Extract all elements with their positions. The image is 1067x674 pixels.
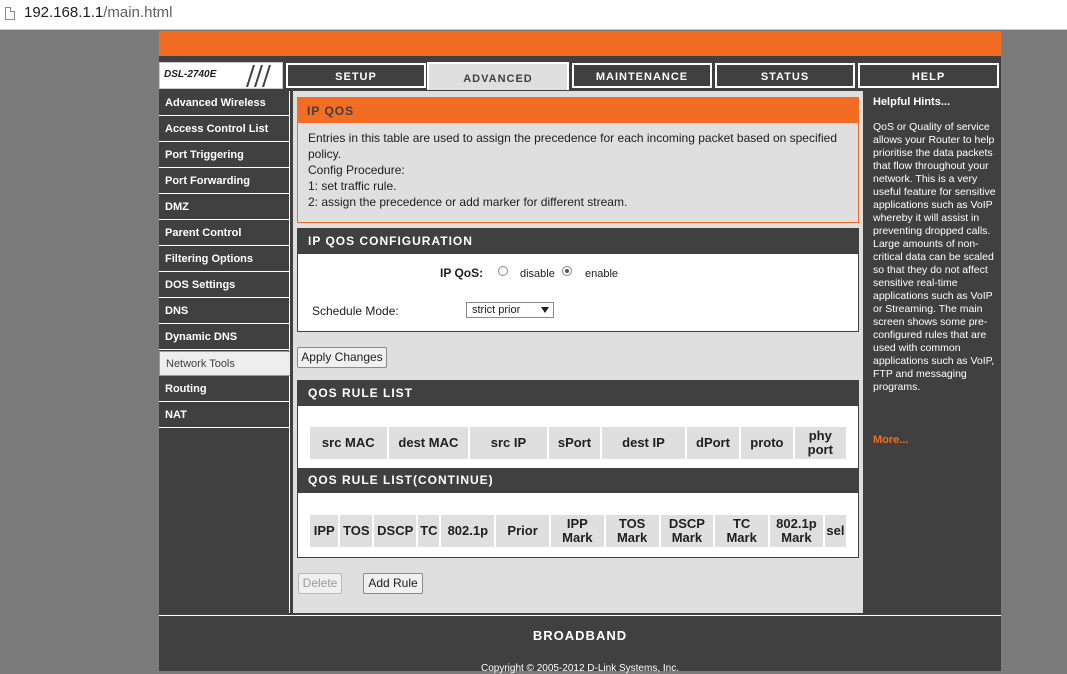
sidebar-item-network-tools[interactable]: Network Tools [159, 351, 290, 376]
tab-setup[interactable]: SETUP [286, 63, 426, 88]
sidebar-item-port-triggering[interactable]: Port Triggering [159, 143, 290, 168]
col-tos-mark: TOS Mark [605, 515, 659, 547]
col-tos: TOS [340, 515, 373, 547]
qos-rule-continue-table: IPP TOS DSCP TC 802.1p Prior IPP Mark TO… [308, 513, 848, 549]
col-dscp-mark: DSCP Mark [660, 515, 714, 547]
col-sport: sPort [548, 427, 601, 459]
disable-label: disable [520, 268, 555, 280]
sidebar-item-dynamic-dns[interactable]: Dynamic DNS [159, 325, 290, 350]
more-link[interactable]: More... [873, 434, 908, 446]
intro-text: Entries in this table are used to assign… [298, 123, 858, 210]
col-dscp: DSCP [374, 515, 417, 547]
sidebar: Advanced Wireless Access Control List Po… [159, 91, 290, 613]
sidebar-item-access-control-list[interactable]: Access Control List [159, 117, 290, 142]
page-title: IP QOS [298, 98, 858, 123]
qos-rule-list-continue-title: QOS RULE LIST(CONTINUE) [298, 468, 858, 493]
intro-line: Config Procedure: [308, 163, 405, 177]
col-proto: proto [741, 427, 793, 459]
col-src-ip: src IP [470, 427, 547, 459]
col-8021p: 802.1p [441, 515, 495, 547]
tab-status[interactable]: STATUS [715, 63, 855, 88]
intro-line: 1: set traffic rule. [308, 179, 397, 193]
copyright: Copyright © 2005-2012 D-Link Systems, In… [480, 663, 679, 674]
qos-config-panel: IP QOS CONFIGURATION IP QoS: disable ena… [297, 228, 859, 332]
qos-rule-list-title: QOS RULE LIST [298, 381, 858, 406]
col-ipp-mark: IPP Mark [550, 515, 604, 547]
intro-line: policy. [308, 147, 342, 161]
sidebar-item-dmz[interactable]: DMZ [159, 195, 290, 220]
sidebar-item-advanced-wireless[interactable]: Advanced Wireless [159, 91, 290, 116]
model-badge: DSL-2740E [159, 62, 283, 89]
col-dest-mac: dest MAC [388, 427, 469, 459]
browser-address-bar[interactable]: 192.168.1.1/main.html [0, 0, 1067, 30]
sidebar-item-routing[interactable]: Routing [159, 377, 290, 402]
add-rule-button[interactable]: Add Rule [363, 573, 423, 594]
tab-help[interactable]: HELP [858, 63, 999, 88]
col-sel: sel [824, 515, 846, 547]
main-content: IP QOS Entries in this table are used to… [293, 91, 863, 613]
qos-rule-table: src MAC dest MAC src IP sPort dest IP dP… [308, 425, 848, 461]
intro-panel: IP QOS Entries in this table are used to… [297, 97, 859, 223]
hints-title: Helpful Hints... [873, 96, 950, 108]
intro-line: 2: assign the precedence or add marker f… [308, 195, 628, 209]
sidebar-item-dos-settings[interactable]: DOS Settings [159, 273, 290, 298]
tab-advanced[interactable]: ADVANCED [427, 62, 569, 90]
col-dest-ip: dest IP [602, 427, 685, 459]
enable-label: enable [585, 268, 619, 280]
url-host: 192.168.1.1 [24, 4, 104, 21]
intro-line: Entries in this table are used to assign… [308, 131, 837, 145]
col-tc: TC [418, 515, 440, 547]
address-url[interactable]: 192.168.1.1/main.html [24, 4, 172, 21]
page-icon [5, 7, 15, 20]
router-page: DSL-2740E SETUP ADVANCED MAINTENANCE STA… [159, 31, 1001, 674]
url-path: /main.html [103, 4, 173, 21]
hints-body: QoS or Quality of service allows your Ro… [873, 121, 996, 393]
apply-changes-button[interactable]: Apply Changes [297, 347, 387, 368]
dropdown-arrow-icon [541, 307, 549, 313]
qos-disable-radio[interactable] [498, 266, 508, 276]
top-banner [159, 31, 1001, 56]
tab-maintenance[interactable]: MAINTENANCE [572, 63, 712, 88]
delete-button[interactable]: Delete [298, 573, 342, 594]
footer-brand: BROADBAND [159, 615, 1001, 656]
col-tc-mark: TC Mark [715, 515, 769, 547]
schedule-mode-select[interactable]: strict prior [466, 302, 554, 318]
model-name: DSL-2740E [164, 69, 217, 80]
sidebar-item-nat[interactable]: NAT [159, 403, 290, 428]
schedule-mode-value: strict prior [472, 304, 521, 316]
qos-rule-list-panel: QOS RULE LIST src MAC dest MAC src IP sP… [297, 380, 859, 558]
sidebar-item-port-forwarding[interactable]: Port Forwarding [159, 169, 290, 194]
col-dport: dPort [686, 427, 740, 459]
sidebar-item-parent-control[interactable]: Parent Control [159, 221, 290, 246]
col-8021p-mark: 802.1p Mark [770, 515, 823, 547]
slash-stripes-icon [246, 65, 271, 87]
col-ipp: IPP [310, 515, 339, 547]
schedule-mode-label: Schedule Mode: [312, 304, 399, 318]
qos-config-title: IP QOS CONFIGURATION [298, 229, 858, 254]
sidebar-item-dns[interactable]: DNS [159, 299, 290, 324]
col-src-mac: src MAC [310, 427, 387, 459]
col-phy-port: phy port [794, 427, 846, 459]
table-header-row: IPP TOS DSCP TC 802.1p Prior IPP Mark TO… [310, 515, 846, 547]
table-header-row: src MAC dest MAC src IP sPort dest IP dP… [310, 427, 846, 459]
ip-qos-label: IP QoS: [440, 266, 484, 280]
col-prior: Prior [496, 515, 549, 547]
qos-enable-radio[interactable] [562, 266, 572, 276]
sidebar-item-filtering-options[interactable]: Filtering Options [159, 247, 290, 272]
helpful-hints-panel: Helpful Hints... QoS or Quality of servi… [867, 91, 999, 613]
